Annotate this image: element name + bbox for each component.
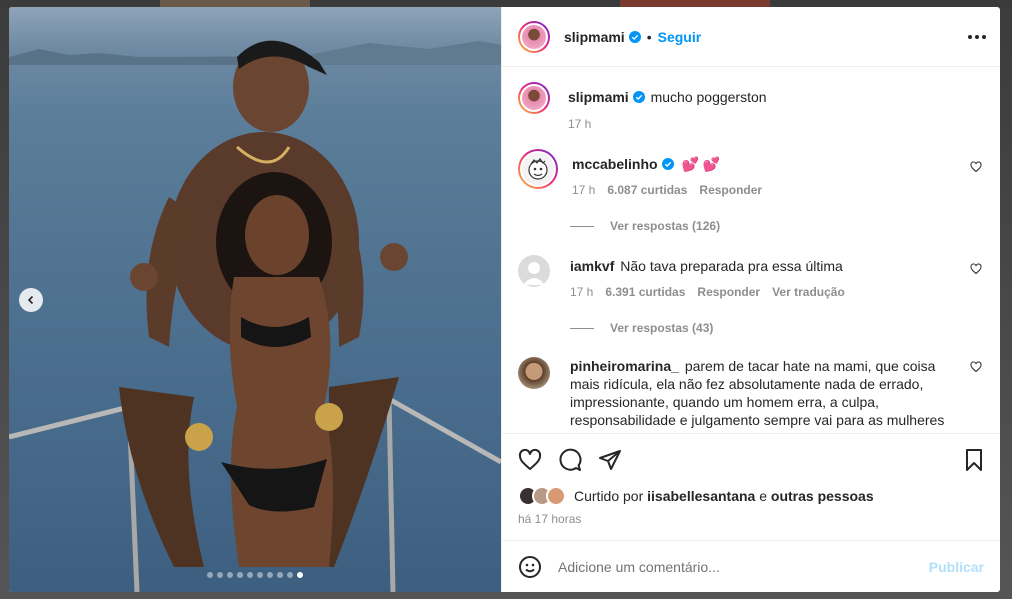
author-username[interactable]: slipmami <box>564 29 625 45</box>
carousel-dot <box>267 572 273 578</box>
comment-row: mccabelinho 💕 💕 17 h 6.087 curtidas Resp… <box>518 149 984 199</box>
replies-line <box>570 225 594 227</box>
comment-username[interactable]: iamkvf <box>570 258 614 274</box>
liked-by: Curtido por iisabellesantana e outras pe… <box>518 486 986 506</box>
liked-by-others[interactable]: outras pessoas <box>771 488 874 504</box>
view-replies-label: Ver respostas (126) <box>610 219 721 233</box>
comment-row: pinheiromarina_ parem de tacar hate na m… <box>518 357 984 433</box>
caption-text: mucho poggerston <box>650 89 767 105</box>
comment-input[interactable] <box>558 558 929 575</box>
post-modal: slipmami • Seguir slipmami mucho poggers… <box>9 7 1000 592</box>
view-replies-button[interactable]: Ver respostas (126) <box>570 219 984 233</box>
translate-button[interactable]: Ver tradução <box>772 283 845 301</box>
comment-likes[interactable]: 6.087 curtidas <box>607 181 687 199</box>
liked-by-user[interactable]: iisabellesantana <box>647 488 755 504</box>
commenter-avatar[interactable] <box>518 255 550 287</box>
post-header: slipmami • Seguir <box>502 7 1000 67</box>
commenter-avatar[interactable] <box>518 357 550 389</box>
comment-icon[interactable] <box>558 448 582 472</box>
view-replies-label: Ver respostas (43) <box>610 321 714 335</box>
post-photo[interactable] <box>9 7 501 592</box>
photo-people-illustration <box>9 40 501 592</box>
share-icon[interactable] <box>598 448 622 472</box>
carousel-dot <box>277 572 283 578</box>
comment-row: iamkvf Não tava preparada pra essa últim… <box>518 255 984 301</box>
carousel-dot <box>287 572 293 578</box>
liked-by-avatars[interactable] <box>518 486 566 506</box>
author-avatar[interactable] <box>518 82 550 114</box>
bookmark-icon[interactable] <box>962 448 986 472</box>
default-avatar-icon <box>523 262 545 285</box>
caption-time: 17 h <box>568 117 592 131</box>
verified-badge-icon <box>632 91 645 103</box>
heart-icon[interactable] <box>518 448 542 472</box>
comment-username[interactable]: mccabelinho <box>572 156 658 172</box>
author-avatar[interactable] <box>518 20 550 53</box>
carousel-dot <box>257 572 263 578</box>
comment-like-icon[interactable] <box>970 161 982 173</box>
carousel-indicator <box>9 572 501 578</box>
carousel-dot <box>227 572 233 578</box>
comment-composer: Publicar <box>502 540 1000 592</box>
verified-badge-icon <box>628 30 641 43</box>
carousel-dot <box>217 572 223 578</box>
comment-time: 17 h <box>570 285 594 299</box>
header-separator: • <box>646 28 652 45</box>
caption-row: slipmami mucho poggerston 17 h <box>518 82 984 133</box>
carousel-dot <box>297 572 303 578</box>
more-options-icon[interactable] <box>968 34 986 39</box>
publish-button[interactable]: Publicar <box>929 559 984 575</box>
replies-line <box>570 327 594 329</box>
emoji-icon[interactable] <box>518 555 542 579</box>
carousel-prev-button[interactable] <box>19 288 43 312</box>
reply-button[interactable]: Responder <box>697 283 760 301</box>
comment-text: Não tava preparada pra essa última <box>620 258 843 274</box>
commenter-avatar[interactable] <box>518 149 558 189</box>
caption-username[interactable]: slipmami <box>568 89 629 105</box>
comment-username[interactable]: pinheiromarina_ <box>570 358 679 374</box>
liked-by-prefix: Curtido por <box>574 488 644 504</box>
comments-list[interactable]: slipmami mucho poggerston 17 h mccabelin… <box>502 67 1000 433</box>
carousel-dot <box>207 572 213 578</box>
reply-button[interactable]: Responder <box>699 181 762 199</box>
action-icons <box>518 434 986 486</box>
comment-likes[interactable]: 6.391 curtidas <box>605 283 685 301</box>
post-actions: Curtido por iisabellesantana e outras pe… <box>502 433 1000 526</box>
comment-like-icon[interactable] <box>970 361 982 373</box>
carousel-dot <box>247 572 253 578</box>
follow-button[interactable]: Seguir <box>658 29 702 45</box>
chevron-left-icon <box>27 295 34 305</box>
comment-like-icon[interactable] <box>970 263 982 275</box>
carousel-dot <box>237 572 243 578</box>
verified-badge-icon <box>661 158 674 170</box>
comment-time: 17 h <box>572 183 596 197</box>
post-time[interactable]: há 17 horas <box>518 512 986 526</box>
view-replies-button[interactable]: Ver respostas (43) <box>570 321 984 335</box>
comment-text: 💕 💕 <box>681 156 721 172</box>
post-side-panel: slipmami • Seguir slipmami mucho poggers… <box>501 7 1000 592</box>
liked-by-conjunction: e <box>759 488 768 504</box>
